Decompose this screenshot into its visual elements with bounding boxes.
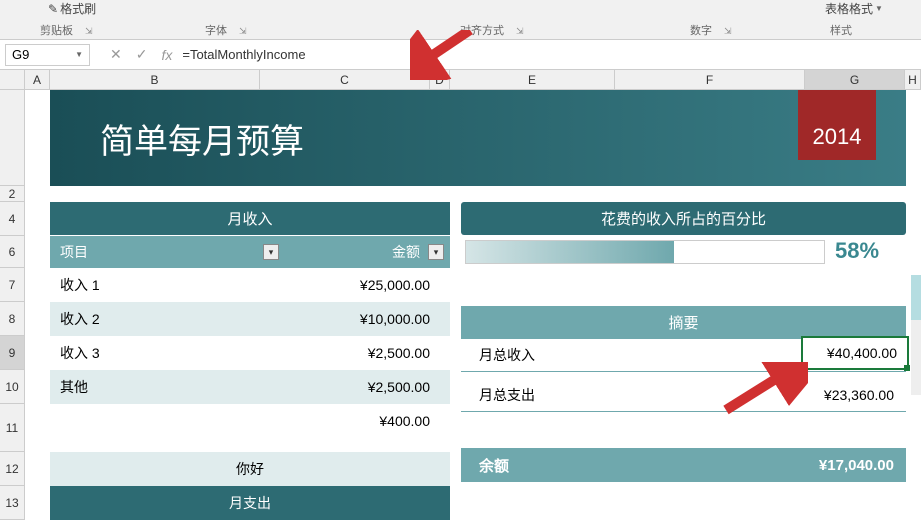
row-header[interactable]: 11 — [0, 404, 24, 452]
col-header[interactable]: B — [50, 70, 260, 89]
row-header[interactable]: 7 — [0, 268, 24, 302]
ribbon-group-alignment: 对齐方式⇲ — [460, 22, 524, 38]
dialog-launcher-icon[interactable]: ⇲ — [516, 26, 524, 36]
format-brush-button[interactable]: ✎ 格式刷 — [48, 0, 96, 17]
col-header[interactable]: C — [260, 70, 430, 89]
row-header[interactable]: 4 — [0, 202, 24, 236]
table-row[interactable]: ¥400.00 — [50, 404, 450, 438]
percentage-bar — [465, 240, 825, 264]
hello-row[interactable]: 你好 — [50, 452, 450, 486]
income-table-header: 项目 ▾ 金额 ▾ — [50, 236, 450, 268]
select-all-corner[interactable] — [0, 70, 25, 89]
table-row[interactable]: 其他 ¥2,500.00 — [50, 370, 450, 404]
row-header[interactable] — [0, 90, 24, 186]
ribbon-group-number: 数字⇲ — [690, 22, 732, 38]
row-header[interactable]: 8 — [0, 302, 24, 336]
percentage-value: 58% — [835, 238, 879, 264]
col-header[interactable]: E — [450, 70, 615, 89]
scrollbar-thumb[interactable] — [911, 275, 921, 320]
summary-section-header: 摘要 — [461, 306, 906, 339]
selected-cell[interactable]: ¥40,400.00 — [801, 336, 909, 370]
percentage-section-header: 花费的收入所占的百分比 — [461, 202, 906, 235]
balance-row[interactable]: 余额 ¥17,040.00 — [461, 448, 906, 482]
row-header[interactable]: 6 — [0, 236, 24, 268]
ribbon-group-clipboard: 剪贴板⇲ — [40, 22, 93, 38]
col-header[interactable]: D — [430, 70, 450, 89]
col-label-amount: 金额 — [392, 242, 420, 262]
table-format-button[interactable]: 表格格式 ▼ — [825, 0, 883, 17]
table-row[interactable]: 收入 2 ¥10,000.00 — [50, 302, 450, 336]
row-header[interactable]: 10 — [0, 370, 24, 404]
row-header[interactable]: 13 — [0, 486, 24, 520]
col-header[interactable]: H — [905, 70, 921, 89]
percentage-fill — [466, 241, 674, 263]
ribbon-group-styles: 样式 — [830, 22, 852, 38]
fill-handle[interactable] — [904, 365, 910, 371]
row-headers: 2 4 6 7 8 9 10 11 12 13 — [0, 90, 25, 520]
confirm-icon[interactable]: ✓ — [136, 46, 148, 63]
table-row[interactable]: 收入 1 ¥25,000.00 — [50, 268, 450, 302]
filter-dropdown-icon[interactable]: ▾ — [428, 244, 444, 260]
filter-dropdown-icon[interactable]: ▾ — [263, 244, 279, 260]
chevron-down-icon: ▼ — [875, 4, 883, 13]
fx-icon[interactable]: fx — [161, 47, 172, 63]
col-header[interactable]: F — [615, 70, 805, 89]
col-header[interactable]: A — [25, 70, 50, 89]
brush-icon: ✎ — [48, 2, 58, 16]
row-header-selected[interactable]: 9 — [0, 336, 24, 370]
dialog-launcher-icon[interactable]: ⇲ — [85, 26, 93, 36]
formula-input[interactable]: =TotalMonthlyIncome — [172, 47, 921, 62]
name-box[interactable]: G9 ▼ — [5, 44, 90, 66]
ribbon-bottom: ✎ 格式刷 表格格式 ▼ 剪贴板⇲ 字体⇲ 对齐方式⇲ 数字⇲ 样式 — [0, 0, 921, 40]
income-section-header: 月收入 — [50, 202, 450, 235]
formula-bar: G9 ▼ ✕ ✓ fx =TotalMonthlyIncome — [0, 40, 921, 70]
row-header[interactable]: 2 — [0, 186, 24, 202]
row-header[interactable]: 12 — [0, 452, 24, 486]
expense-section-header: 月支出 — [50, 486, 450, 520]
column-headers: A B C D E F G H — [0, 70, 921, 90]
ribbon-group-font: 字体⇲ — [205, 22, 247, 38]
chevron-down-icon: ▼ — [75, 50, 83, 59]
cancel-icon[interactable]: ✕ — [110, 46, 122, 63]
summary-row-expense[interactable]: 月总支出 ¥23,360.00 — [461, 378, 906, 412]
dialog-launcher-icon[interactable]: ⇲ — [724, 26, 732, 36]
vertical-scrollbar[interactable] — [911, 275, 921, 395]
year-tag: 2014 — [798, 90, 876, 160]
worksheet-content[interactable]: 简单每月预算 2014 月收入 花费的收入所占的百分比 项目 ▾ 金额 ▾ 收入… — [25, 90, 921, 520]
table-row[interactable]: 收入 3 ¥2,500.00 — [50, 336, 450, 370]
page-title: 简单每月预算 — [100, 114, 304, 163]
col-label-item: 项目 — [60, 242, 88, 262]
dialog-launcher-icon[interactable]: ⇲ — [239, 26, 247, 36]
col-header-selected[interactable]: G — [805, 70, 905, 89]
title-banner: 简单每月预算 2014 — [50, 90, 906, 186]
